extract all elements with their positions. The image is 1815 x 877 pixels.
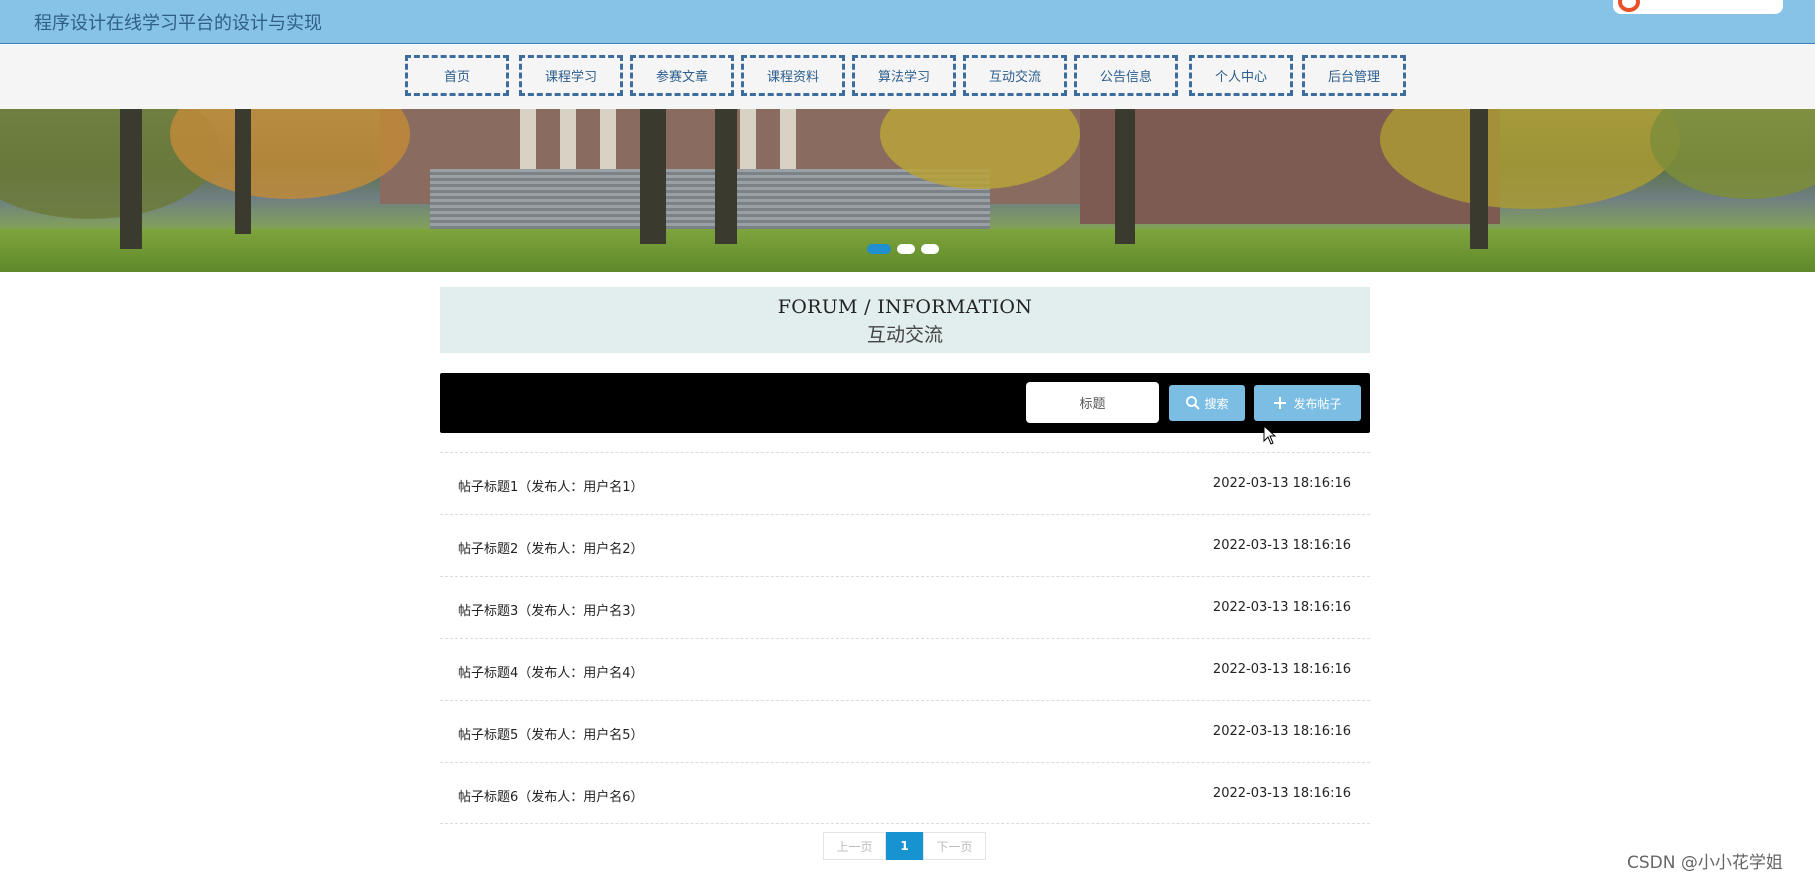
main-nav: 首页 课程学习 参赛文章 课程资料 算法学习 互动交流 公告信息 个人中心 后台…: [0, 45, 1815, 109]
nav-item-course-study[interactable]: 课程学习: [519, 55, 623, 96]
post-list-item[interactable]: 帖子标题5（发布人：用户名5） 2022-03-13 18:16:16: [440, 700, 1370, 762]
banner-tree-foliage: [170, 109, 410, 199]
post-title[interactable]: 帖子标题6（发布人：用户名6）: [458, 786, 644, 805]
nav-item-contest-articles[interactable]: 参赛文章: [630, 55, 734, 96]
carousel-dot[interactable]: [897, 244, 915, 254]
banner-tree-trunk: [1115, 109, 1135, 244]
nav-item-admin[interactable]: 后台管理: [1302, 55, 1406, 96]
post-list-item[interactable]: 帖子标题4（发布人：用户名4） 2022-03-13 18:16:16: [440, 638, 1370, 700]
section-header: FORUM / INFORMATION 互动交流: [440, 287, 1370, 353]
carousel-dot[interactable]: [921, 244, 939, 254]
carousel-indicators: [867, 244, 939, 254]
banner-tree-trunk: [640, 109, 666, 244]
post-list-item[interactable]: 帖子标题1（发布人：用户名1） 2022-03-13 18:16:16: [440, 452, 1370, 514]
search-icon: [1186, 396, 1201, 410]
search-input[interactable]: [1026, 382, 1159, 423]
pagination: 上一页 1 下一页: [823, 832, 986, 860]
section-title-en: FORUM / INFORMATION: [777, 296, 1033, 318]
search-button[interactable]: 搜索: [1169, 385, 1245, 421]
post-list-item[interactable]: 帖子标题2（发布人：用户名2） 2022-03-13 18:16:16: [440, 514, 1370, 576]
post-timestamp: 2022-03-13 18:16:16: [1212, 538, 1351, 553]
post-list-item[interactable]: 帖子标题6（发布人：用户名6） 2022-03-13 18:16:16: [440, 762, 1370, 824]
nav-item-course-materials[interactable]: 课程资料: [741, 55, 845, 96]
post-title[interactable]: 帖子标题5（发布人：用户名5）: [458, 724, 644, 743]
site-title: 程序设计在线学习平台的设计与实现: [34, 13, 322, 34]
nav-item-algorithm-study[interactable]: 算法学习: [852, 55, 956, 96]
post-title[interactable]: 帖子标题2（发布人：用户名2）: [458, 538, 644, 557]
post-timestamp: 2022-03-13 18:16:16: [1212, 476, 1351, 491]
next-page-button[interactable]: 下一页: [923, 832, 986, 860]
post-title[interactable]: 帖子标题1（发布人：用户名1）: [458, 476, 644, 495]
search-button-label: 搜索: [1204, 396, 1229, 411]
new-post-button-label: 发布帖子: [1293, 396, 1342, 411]
banner-tree-trunk: [235, 109, 251, 234]
nav-item-forum[interactable]: 互动交流: [963, 55, 1067, 96]
current-page-button[interactable]: 1: [886, 832, 923, 860]
post-title[interactable]: 帖子标题4（发布人：用户名4）: [458, 662, 644, 681]
new-post-button[interactable]: 发布帖子: [1254, 385, 1361, 421]
post-title[interactable]: 帖子标题3（发布人：用户名3）: [458, 600, 644, 619]
carousel-dot[interactable]: [867, 244, 891, 254]
post-timestamp: 2022-03-13 18:16:16: [1212, 786, 1351, 801]
banner-tree-trunk: [715, 109, 737, 244]
plus-icon: [1274, 397, 1287, 409]
mouse-pointer-icon: [1263, 425, 1277, 445]
post-list-item[interactable]: 帖子标题3（发布人：用户名3） 2022-03-13 18:16:16: [440, 576, 1370, 638]
post-list: 帖子标题1（发布人：用户名1） 2022-03-13 18:16:16 帖子标题…: [440, 452, 1370, 824]
post-timestamp: 2022-03-13 18:16:16: [1212, 724, 1351, 739]
nav-item-home[interactable]: 首页: [405, 55, 509, 96]
post-timestamp: 2022-03-13 18:16:16: [1212, 662, 1351, 677]
banner-tree-foliage: [1650, 109, 1815, 199]
nav-item-announcements[interactable]: 公告信息: [1074, 55, 1178, 96]
prev-page-button[interactable]: 上一页: [823, 832, 886, 860]
top-header: 程序设计在线学习平台的设计与实现: [0, 0, 1815, 44]
nav-item-personal-center[interactable]: 个人中心: [1189, 55, 1293, 96]
banner-tree-trunk: [1470, 109, 1488, 249]
section-title-cn: 互动交流: [866, 324, 943, 346]
post-timestamp: 2022-03-13 18:16:16: [1212, 600, 1351, 615]
banner-steps: [430, 169, 990, 229]
banner-tree-trunk: [120, 109, 142, 249]
watermark: CSDN @小小花学姐: [1627, 853, 1783, 873]
